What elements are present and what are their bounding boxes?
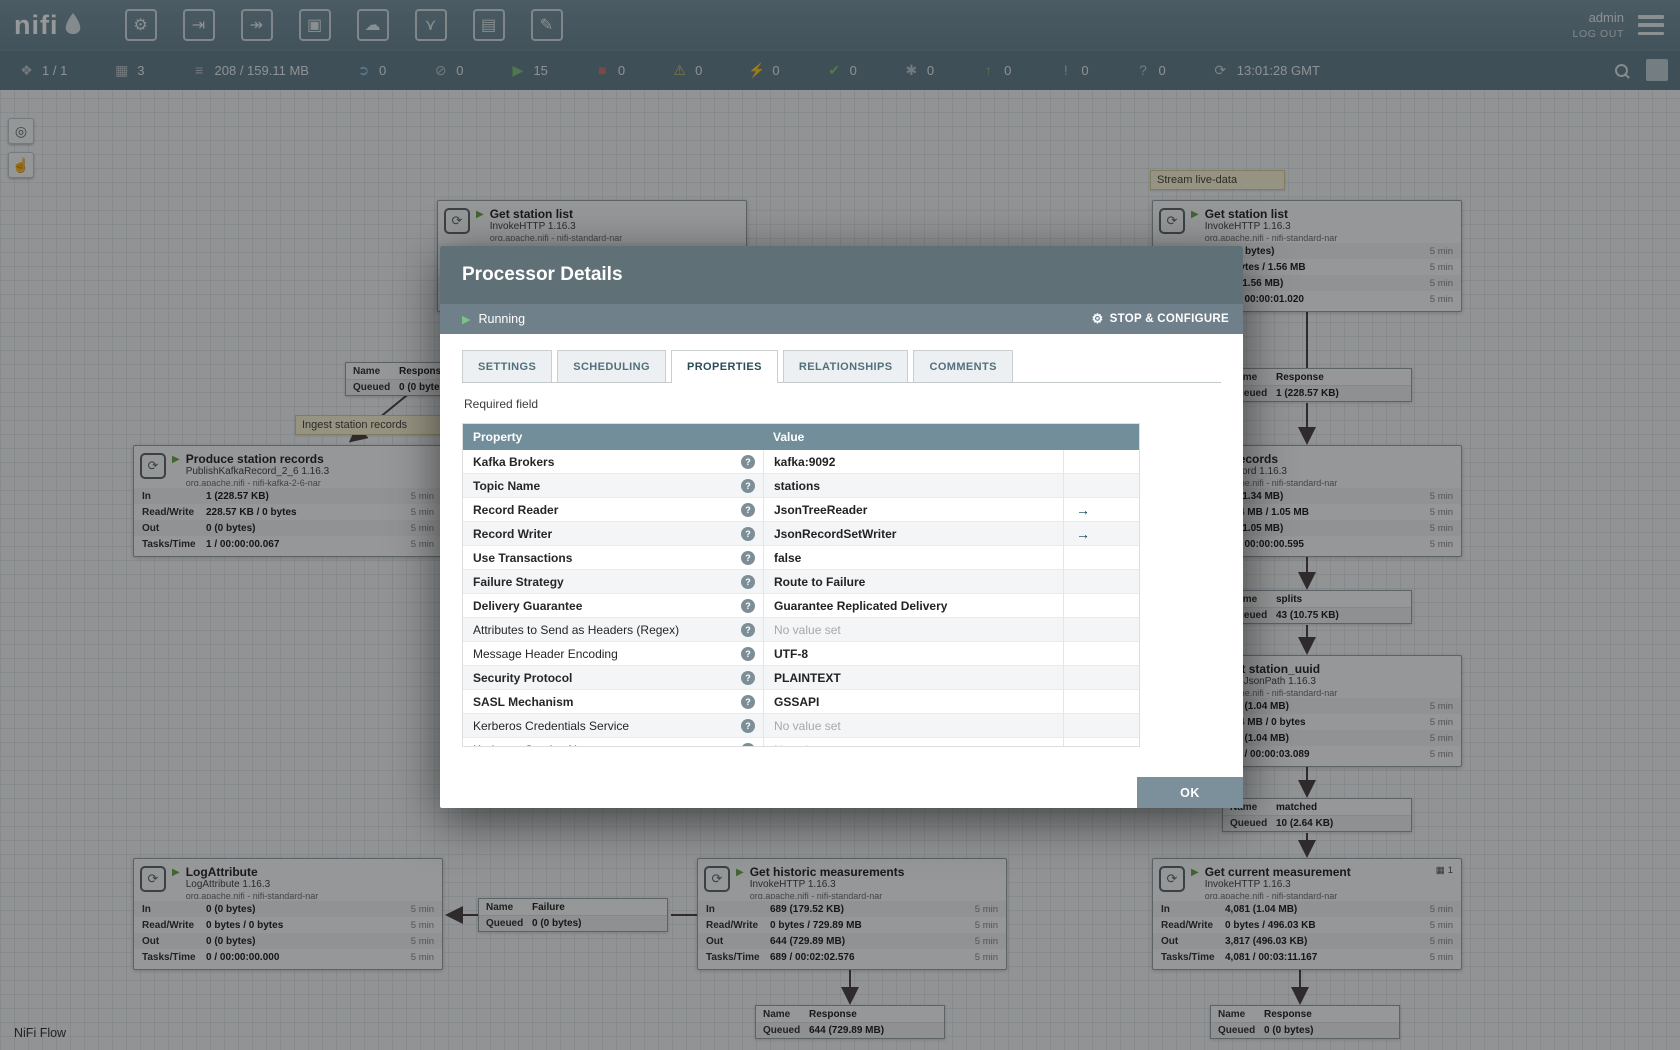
properties-table-header: Property Value: [463, 424, 1139, 450]
dialog-header: Processor Details: [440, 246, 1243, 304]
properties-table: Property Value Kafka Brokers? kafka:9092…: [462, 423, 1140, 747]
property-row: Topic Name? stations: [463, 474, 1139, 498]
property-row: SASL Mechanism? GSSAPI: [463, 690, 1139, 714]
go-to-service-icon[interactable]: →: [1076, 526, 1090, 542]
property-row: Delivery Guarantee? Guarantee Replicated…: [463, 594, 1139, 618]
dialog-body: SETTINGS SCHEDULING PROPERTIES RELATIONS…: [440, 334, 1243, 747]
help-icon[interactable]: ?: [741, 550, 755, 565]
help-icon[interactable]: ?: [741, 574, 755, 589]
property-row: Failure Strategy? Route to Failure: [463, 570, 1139, 594]
help-icon[interactable]: ?: [741, 526, 755, 541]
property-row: Record Writer? JsonRecordSetWriter →: [463, 522, 1139, 546]
tab-properties[interactable]: PROPERTIES: [670, 350, 778, 383]
run-status: ▶ Running: [462, 312, 525, 326]
help-icon[interactable]: ?: [741, 646, 755, 661]
help-icon[interactable]: ?: [741, 718, 755, 733]
run-status-label: Running: [478, 312, 526, 326]
help-icon[interactable]: ?: [741, 622, 755, 637]
stop-and-configure-button[interactable]: ⚙ STOP & CONFIGURE: [1092, 311, 1229, 327]
ok-button[interactable]: OK: [1137, 777, 1243, 808]
dialog-tabs: SETTINGS SCHEDULING PROPERTIES RELATIONS…: [462, 350, 1221, 383]
property-row: Kafka Brokers? kafka:9092: [463, 450, 1139, 474]
property-row: Attributes to Send as Headers (Regex)? N…: [463, 618, 1139, 642]
property-row: Use Transactions? false: [463, 546, 1139, 570]
property-row: Kerberos Service Name? No value set: [463, 738, 1139, 746]
tab-relationships[interactable]: RELATIONSHIPS: [782, 350, 909, 382]
go-to-service-icon[interactable]: →: [1076, 502, 1090, 518]
help-icon[interactable]: ?: [741, 742, 755, 746]
help-icon[interactable]: ?: [741, 598, 755, 613]
properties-table-rows: Kafka Brokers? kafka:9092 Topic Name? st…: [463, 450, 1139, 746]
property-row: Security Protocol? PLAINTEXT: [463, 666, 1139, 690]
play-icon: ▶: [462, 313, 471, 326]
help-icon[interactable]: ?: [741, 478, 755, 493]
tab-scheduling[interactable]: SCHEDULING: [557, 350, 666, 382]
property-row: Record Reader? JsonTreeReader →: [463, 498, 1139, 522]
help-icon[interactable]: ?: [741, 670, 755, 685]
gear-icon: ⚙: [1091, 311, 1104, 326]
tab-settings[interactable]: SETTINGS: [462, 350, 553, 382]
dialog-status-row: ▶ Running ⚙ STOP & CONFIGURE: [440, 304, 1243, 334]
processor-details-dialog: Processor Details ▶ Running ⚙ STOP & CON…: [440, 246, 1243, 808]
help-icon[interactable]: ?: [741, 502, 755, 517]
help-icon[interactable]: ?: [741, 694, 755, 709]
property-row: Message Header Encoding? UTF-8: [463, 642, 1139, 666]
required-field-note: Required field: [464, 397, 539, 411]
dialog-title: Processor Details: [462, 264, 623, 285]
property-row: Kerberos Credentials Service? No value s…: [463, 714, 1139, 738]
help-icon[interactable]: ?: [741, 454, 755, 469]
tab-comments[interactable]: COMMENTS: [913, 350, 1013, 382]
